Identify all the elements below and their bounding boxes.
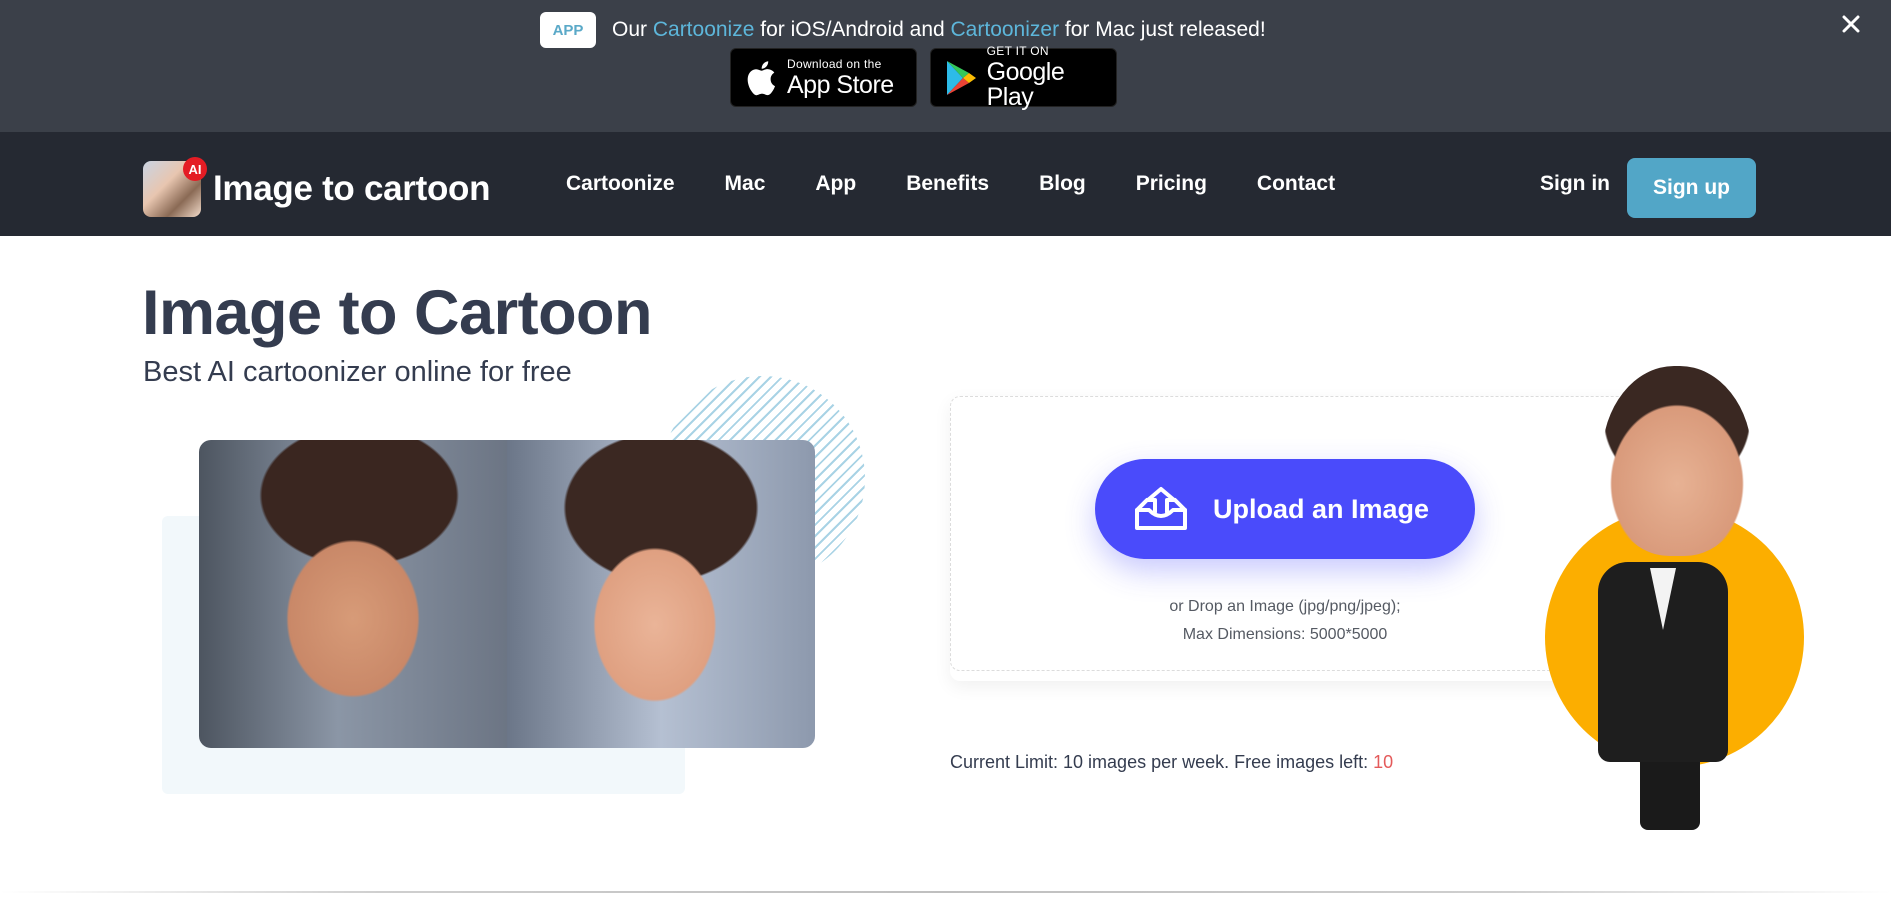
app-store-big-text: App Store (787, 70, 894, 99)
close-icon (1842, 15, 1860, 38)
usage-limit: Current Limit: 10 images per week. Free … (950, 752, 1393, 773)
promo-text-suffix: for Mac just released! (1059, 18, 1266, 41)
app-badge: APP (540, 12, 596, 48)
nav-link-blog[interactable]: Blog (1039, 172, 1086, 196)
drop-hint-dimensions: Max Dimensions: 5000*5000 (1182, 626, 1388, 643)
nav-link-cartoonize[interactable]: Cartoonize (566, 172, 675, 196)
promo-text-prefix: Our (612, 18, 653, 41)
cartoonize-app-link[interactable]: Cartoonize (653, 18, 755, 41)
google-play-icon (943, 58, 979, 98)
promo-banner: APP Our Cartoonize for iOS/Android and C… (0, 0, 1891, 132)
nav-link-contact[interactable]: Contact (1257, 172, 1335, 196)
apple-icon (743, 58, 779, 98)
character-head (1602, 366, 1752, 556)
ai-badge: AI (183, 157, 207, 181)
before-after-example-image (199, 440, 815, 748)
google-play-big-text: Google Play (986, 58, 1065, 111)
upload-button-label: Upload an Image (1213, 493, 1430, 524)
logo-image: AI (143, 157, 207, 217)
sign-up-button[interactable]: Sign up (1627, 158, 1756, 218)
promo-text-mid: for iOS/Android and (754, 18, 951, 41)
cartoonizer-mac-link[interactable]: Cartoonizer (951, 18, 1060, 41)
store-buttons: Download on the App Store GET IT ON Goog… (730, 44, 1117, 111)
page-title: Image to Cartoon (142, 278, 653, 348)
upload-image-button[interactable]: Upload an Image (1095, 459, 1475, 559)
section-divider (0, 891, 1891, 893)
page-subtitle: Best AI cartoonizer online for free (143, 356, 572, 388)
nav-link-mac[interactable]: Mac (725, 172, 766, 196)
usage-limit-text: Current Limit: 10 images per week. Free … (950, 752, 1374, 772)
navbar: AI Image to cartoon Cartoonize Mac App B… (0, 132, 1891, 236)
cartoon-result (507, 440, 815, 748)
app-store-button[interactable]: Download on the App Store (730, 48, 917, 107)
nav-link-app[interactable]: App (815, 172, 856, 196)
logo-text: Image to cartoon (213, 169, 491, 208)
original-photo (199, 440, 507, 748)
drop-hint: or Drop an Image (jpg/png/jpeg); Max Dim… (1060, 593, 1510, 649)
main-nav: Cartoonize Mac App Benefits Blog Pricing… (566, 132, 1385, 236)
drop-hint-formats: or Drop an Image (jpg/png/jpeg); (1169, 598, 1401, 615)
nav-link-benefits[interactable]: Benefits (906, 172, 989, 196)
free-images-remaining: 10 (1373, 752, 1394, 772)
google-play-small-text: GET IT ON (986, 44, 1049, 58)
site-logo[interactable]: AI Image to cartoon (143, 157, 491, 217)
close-banner-button[interactable] (1839, 14, 1863, 38)
nav-link-pricing[interactable]: Pricing (1136, 172, 1207, 196)
app-store-small-text: Download on the (787, 56, 882, 71)
promo-text: Our Cartoonize for iOS/Android and Carto… (612, 18, 1266, 42)
google-play-button[interactable]: GET IT ON Google Play (930, 44, 1117, 111)
upload-tray-icon (1133, 486, 1189, 532)
promo-message-row: APP Our Cartoonize for iOS/Android and C… (540, 12, 1266, 48)
sign-in-link[interactable]: Sign in (1540, 132, 1610, 236)
character-legs (1640, 750, 1700, 830)
